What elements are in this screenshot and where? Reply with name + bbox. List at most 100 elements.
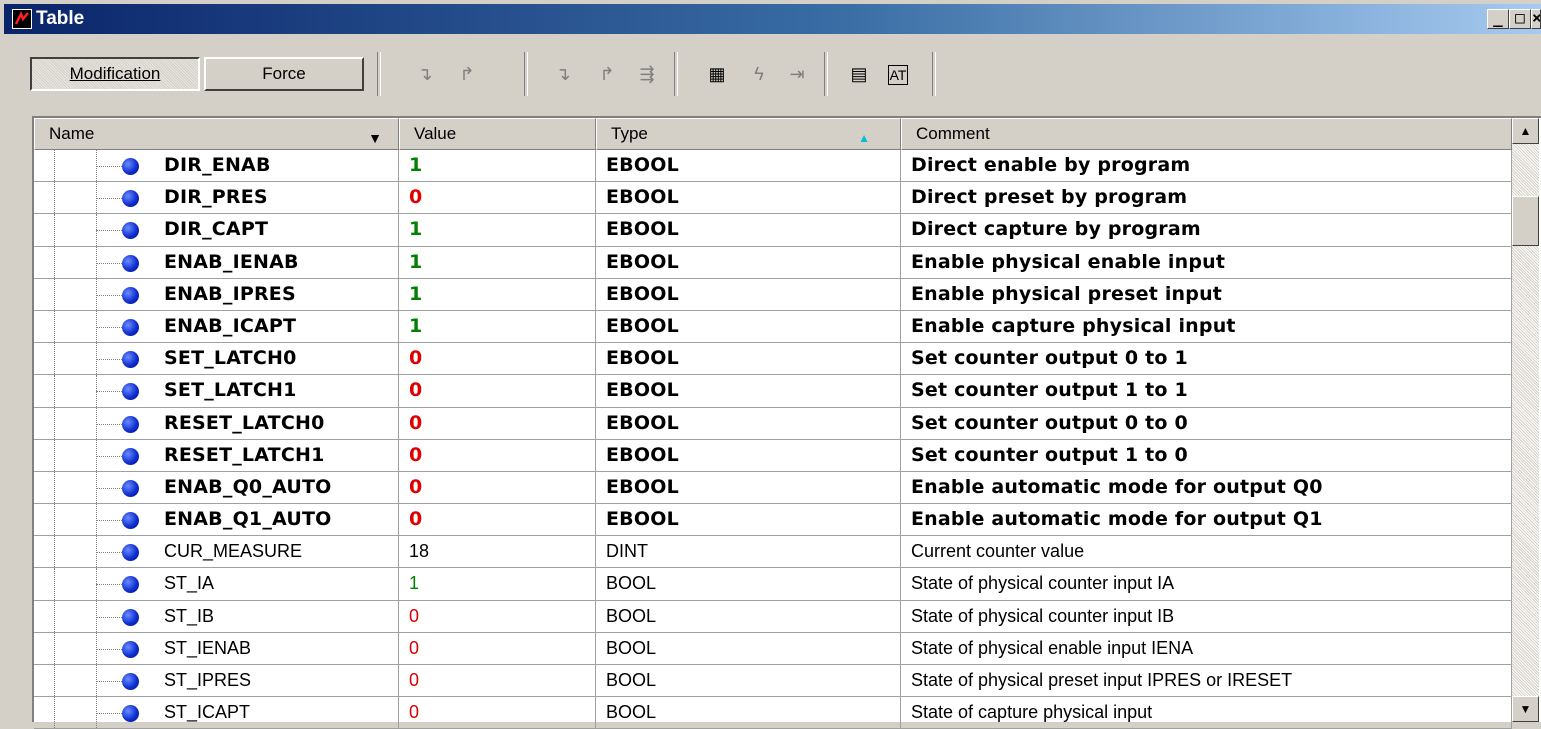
value-cell[interactable]: 0 [399,632,596,665]
comment-cell[interactable]: State of capture physical input [901,697,1512,729]
comment-cell[interactable]: Current counter value [901,536,1512,569]
variable-name-cell[interactable]: ENAB_IENAB [34,246,399,279]
table-row[interactable]: SET_LATCH0 0 EBOOL Set counter output 0 to … [34,343,1512,376]
at-icon[interactable]: AT [888,65,908,85]
type-cell[interactable]: EBOOL [596,504,901,537]
variable-name-cell[interactable]: ST_ICAPT [34,697,399,729]
comment-cell[interactable]: State of physical counter input IB [901,600,1512,633]
title-bar[interactable]: Table _ □ × [4,4,1541,34]
table-row[interactable]: ENAB_ICAPT 1 EBOOL Enable capture physical … [34,310,1512,344]
table-row[interactable]: SET_LATCH1 0 EBOOL Set counter output 1 to … [34,375,1512,408]
value-cell[interactable]: 0 [399,504,596,537]
variable-name-cell[interactable]: DIR_PRES [34,182,399,215]
variable-name-cell[interactable]: ST_IA [34,568,399,601]
comment-cell[interactable]: State of physical counter input IA [901,568,1512,601]
close-button[interactable]: × [1531,9,1541,29]
comment-cell[interactable]: Direct capture by program [901,214,1512,247]
comment-cell[interactable]: Enable physical enable input [901,246,1512,279]
modification-button[interactable]: Modification [30,57,200,91]
type-cell[interactable]: BOOL [596,665,901,698]
type-cell[interactable]: BOOL [596,697,901,729]
scroll-thumb[interactable] [1512,196,1539,246]
type-cell[interactable]: EBOOL [596,407,901,440]
value-cell[interactable]: 1 [399,568,596,601]
value-cell[interactable]: 1 [399,246,596,279]
comment-cell[interactable]: Direct preset by program [901,182,1512,215]
column-header-value[interactable]: Value [399,118,596,150]
table-row[interactable]: ST_IA 1 BOOL State of physical counter inpu… [34,568,1512,601]
variable-name-cell[interactable]: ENAB_Q0_AUTO [34,471,399,505]
dropdown-arrow-icon[interactable]: ▼ [368,123,382,153]
minimize-button[interactable]: _ [1487,9,1509,29]
value-cell[interactable]: 0 [399,439,596,472]
value-cell[interactable]: 1 [399,278,596,311]
grid-icon[interactable]: ▦ [706,63,728,85]
comment-cell[interactable]: Set counter output 0 to 0 [901,407,1512,440]
comment-cell[interactable]: Enable automatic mode for output Q1 [901,504,1512,537]
variable-name-cell[interactable]: RESET_LATCH0 [34,407,399,440]
type-cell[interactable]: EBOOL [596,471,901,505]
lightning-icon[interactable]: ϟ [748,63,770,85]
type-cell[interactable]: EBOOL [596,278,901,311]
value-cell[interactable]: 0 [399,407,596,440]
variable-name-cell[interactable]: ST_IB [34,600,399,633]
type-cell[interactable]: EBOOL [596,375,901,408]
variable-name-cell[interactable]: SET_LATCH1 [34,375,399,408]
column-header-comment[interactable]: Comment [901,118,1512,150]
set-falling-edge-icon[interactable]: ↴ [414,63,436,85]
comment-cell[interactable]: Set counter output 1 to 0 [901,439,1512,472]
value-cell[interactable]: 0 [399,375,596,408]
maximize-button[interactable]: □ [1509,9,1531,29]
variable-name-cell[interactable]: ST_IPRES [34,665,399,698]
column-header-type[interactable]: Type ▲ [596,118,901,150]
table-row[interactable]: ST_IENAB 0 BOOL State of physical enable in… [34,632,1512,665]
value-cell[interactable]: 18 [399,536,596,569]
type-cell[interactable]: EBOOL [596,182,901,215]
table-row[interactable]: RESET_LATCH0 0 EBOOL Set counter output 0 t… [34,407,1512,440]
value-cell[interactable]: 0 [399,343,596,376]
step-icon[interactable]: ⇥ [786,63,808,85]
table-row[interactable]: DIR_ENAB 1 EBOOL Direct enable by program [34,150,1512,183]
table-row[interactable]: CUR_MEASURE 18 DINT Current counter value [34,536,1512,569]
table-row[interactable]: ENAB_IENAB 1 EBOOL Enable physical enable i… [34,246,1512,279]
table-row[interactable]: ST_IPRES 0 BOOL State of physical preset in… [34,665,1512,698]
type-cell[interactable]: EBOOL [596,150,901,183]
table-row[interactable]: ENAB_Q1_AUTO 0 EBOOL Enable automatic mode … [34,504,1512,537]
comment-cell[interactable]: State of physical enable input IENA [901,632,1512,665]
type-cell[interactable]: EBOOL [596,439,901,472]
comment-cell[interactable]: State of physical preset input IPRES or … [901,665,1512,698]
comment-cell[interactable]: Set counter output 0 to 1 [901,343,1512,376]
table-row[interactable]: ENAB_Q0_AUTO 0 EBOOL Enable automatic mode … [34,471,1512,505]
variable-name-cell[interactable]: ST_IENAB [34,632,399,665]
type-cell[interactable]: BOOL [596,632,901,665]
variable-name-cell[interactable]: DIR_ENAB [34,150,399,183]
value-cell[interactable]: 1 [399,150,596,183]
display-format-icon[interactable]: ▤ [848,63,870,85]
value-cell[interactable]: 1 [399,214,596,247]
type-cell[interactable]: EBOOL [596,214,901,247]
comment-cell[interactable]: Enable automatic mode for output Q0 [901,471,1512,505]
variable-name-cell[interactable]: SET_LATCH0 [34,343,399,376]
comment-cell[interactable]: Set counter output 1 to 1 [901,375,1512,408]
table-row[interactable]: ST_IB 0 BOOL State of physical counter inpu… [34,600,1512,633]
value-cell[interactable]: 0 [399,665,596,698]
table-row[interactable]: ST_ICAPT 0 BOOL State of capture physical i… [34,697,1512,729]
vertical-scrollbar[interactable]: ▲ ▼ [1512,118,1539,722]
value-cell[interactable]: 0 [399,182,596,215]
type-cell[interactable]: DINT [596,536,901,569]
column-header-name[interactable]: Name ▼ [34,118,399,150]
value-cell[interactable]: 0 [399,697,596,729]
set-rising-edge-icon[interactable]: ↱ [456,63,478,85]
comment-cell[interactable]: Direct enable by program [901,150,1512,183]
table-row[interactable]: RESET_LATCH1 0 EBOOL Set counter output 1 t… [34,439,1512,472]
variable-name-cell[interactable]: ENAB_Q1_AUTO [34,504,399,537]
table-row[interactable]: DIR_CAPT 1 EBOOL Direct capture by program [34,214,1512,247]
variable-name-cell[interactable]: DIR_CAPT [34,214,399,247]
variable-name-cell[interactable]: ENAB_ICAPT [34,310,399,344]
unforce-icon[interactable]: ⇶ [636,63,658,85]
type-cell[interactable]: EBOOL [596,310,901,344]
variable-name-cell[interactable]: CUR_MEASURE [34,536,399,569]
type-cell[interactable]: EBOOL [596,343,901,376]
value-cell[interactable]: 1 [399,310,596,344]
force-rising-edge-icon[interactable]: ↱ [596,63,618,85]
